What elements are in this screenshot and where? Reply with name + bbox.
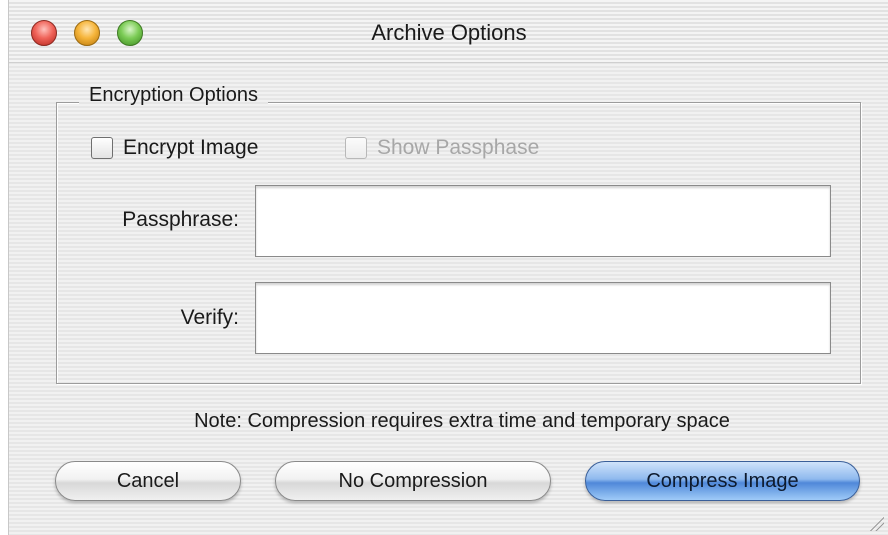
no-compression-button-label: No Compression	[338, 469, 488, 492]
cancel-button[interactable]: Cancel	[55, 461, 241, 501]
passphrase-field[interactable]	[255, 185, 831, 257]
archive-options-window: Archive Options Encryption Options Encry…	[8, 0, 888, 535]
show-passphrase-checkbox	[345, 137, 367, 159]
verify-field[interactable]	[255, 282, 831, 354]
compression-note: Note: Compression requires extra time an…	[194, 410, 730, 432]
verify-label: Verify:	[180, 306, 239, 329]
cancel-button-label: Cancel	[116, 469, 180, 492]
window-title: Archive Options	[371, 20, 527, 45]
no-compression-button[interactable]: No Compression	[275, 461, 551, 501]
encrypt-image-label[interactable]: Encrypt Image	[123, 136, 258, 160]
show-passphrase-label: Show Passphase	[377, 136, 540, 159]
encrypt-image-checkbox[interactable]	[91, 137, 113, 159]
title-bar[interactable]: Archive Options	[9, 0, 888, 63]
passphrase-label: Passphrase:	[122, 208, 239, 231]
encrypt-image-checkbox-row[interactable]: Encrypt Image	[91, 136, 258, 160]
encryption-options-title: Encryption Options	[79, 84, 268, 107]
compress-image-button-label: Compress Image	[646, 469, 799, 492]
resize-grip-icon[interactable]	[868, 515, 884, 531]
compress-image-button[interactable]: Compress Image	[585, 461, 860, 501]
show-passphrase-checkbox-row: Show Passphase	[345, 136, 539, 160]
